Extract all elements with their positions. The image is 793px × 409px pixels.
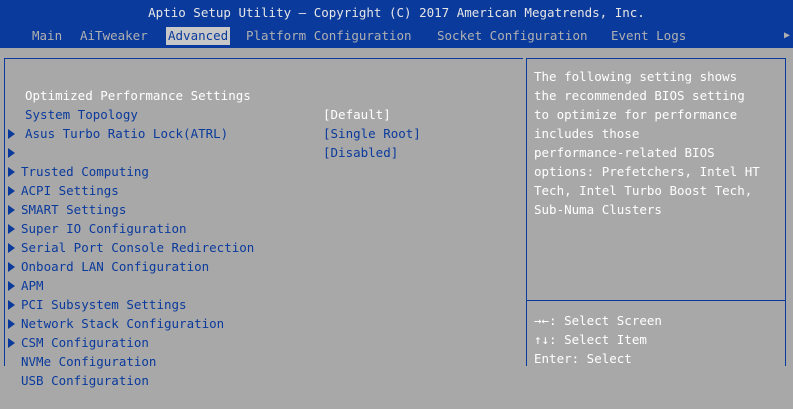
submenu-network-stack-configuration[interactable]: Network Stack Configuration	[5, 276, 523, 331]
help-text-line: to optimize for performance	[534, 107, 738, 122]
submenu-arrow-icon	[8, 205, 15, 215]
app-title: Aptio Setup Utility – Copyright (C) 2017…	[148, 5, 645, 20]
key-hint-select-item: ↑↓: Select Item	[534, 332, 647, 347]
help-text-line: Sub-Numa Clusters	[534, 202, 662, 217]
help-text-line: the recommended BIOS setting	[534, 88, 745, 103]
title-bar: Aptio Setup Utility – Copyright (C) 2017…	[0, 0, 793, 48]
submenu-usb-configuration[interactable]: USB Configuration	[5, 333, 523, 388]
submenu-arrow-icon	[8, 262, 15, 272]
submenu-label: USB Configuration	[21, 373, 149, 388]
setting-system-topology[interactable]: System Topology [Single Root]	[5, 86, 523, 141]
main-panel: Optimized Performance Settings [Default]…	[0, 48, 793, 388]
submenu-arrow-icon	[8, 224, 15, 234]
tab-advanced[interactable]: Advanced	[166, 27, 231, 45]
help-text-line: The following setting shows	[534, 69, 738, 84]
submenu-arrow-icon	[8, 338, 15, 348]
submenu-arrow-icon	[8, 167, 15, 177]
tab-bar: Main AiTweaker Advanced Platform Configu…	[0, 27, 793, 45]
key-hint-select-screen: →←: Select Screen	[534, 313, 662, 328]
submenu-pci-subsystem-settings[interactable]: PCI Subsystem Settings	[5, 257, 523, 312]
key-hint-enter-select: Enter: Select	[534, 351, 632, 366]
submenu-arrow-icon	[8, 129, 15, 139]
setting-optimized-performance[interactable]: Optimized Performance Settings [Default]	[5, 67, 523, 122]
submenu-arrow-icon	[8, 148, 15, 158]
tab-socket-configuration[interactable]: Socket Configuration	[435, 27, 590, 45]
help-text-line: performance-related BIOS	[534, 145, 715, 160]
help-divider	[527, 300, 785, 301]
help-pane: The following setting shows the recommen…	[526, 58, 786, 366]
tab-main[interactable]: Main	[30, 27, 64, 45]
submenu-smart-settings[interactable]: SMART Settings	[5, 162, 523, 217]
submenu-arrow-icon	[8, 243, 15, 253]
tab-platform-configuration[interactable]: Platform Configuration	[244, 27, 414, 45]
help-text-line: options: Prefetchers, Intel HT	[534, 164, 760, 179]
submenu-onboard-lan-configuration[interactable]: Onboard LAN Configuration	[5, 219, 523, 274]
help-text-line: includes those	[534, 126, 640, 141]
submenu-trusted-computing[interactable]: Trusted Computing	[5, 124, 523, 179]
submenu-acpi-settings[interactable]: ACPI Settings	[5, 143, 523, 198]
submenu-super-io-configuration[interactable]: Super IO Configuration	[5, 181, 523, 236]
tab-aitweaker[interactable]: AiTweaker	[78, 27, 150, 45]
submenu-arrow-icon	[8, 300, 15, 310]
submenu-serial-port-console-redirection[interactable]: Serial Port Console Redirection	[5, 200, 523, 255]
submenu-arrow-icon	[8, 186, 15, 196]
settings-pane: Optimized Performance Settings [Default]…	[4, 58, 523, 388]
help-text-line: Tech, Intel Turbo Boost Tech,	[534, 183, 753, 198]
setting-asus-turbo-ratio-lock[interactable]: Asus Turbo Ratio Lock(ATRL) [Disabled]	[5, 105, 523, 160]
submenu-arrow-icon	[8, 281, 15, 291]
scroll-right-icon[interactable]: ▶	[781, 27, 793, 45]
tab-event-logs[interactable]: Event Logs	[609, 27, 688, 45]
submenu-arrow-icon	[8, 319, 15, 329]
submenu-nvme-configuration[interactable]: NVMe Configuration	[5, 314, 523, 369]
submenu-csm-configuration[interactable]: CSM Configuration	[5, 295, 523, 350]
submenu-apm[interactable]: APM	[5, 238, 523, 293]
